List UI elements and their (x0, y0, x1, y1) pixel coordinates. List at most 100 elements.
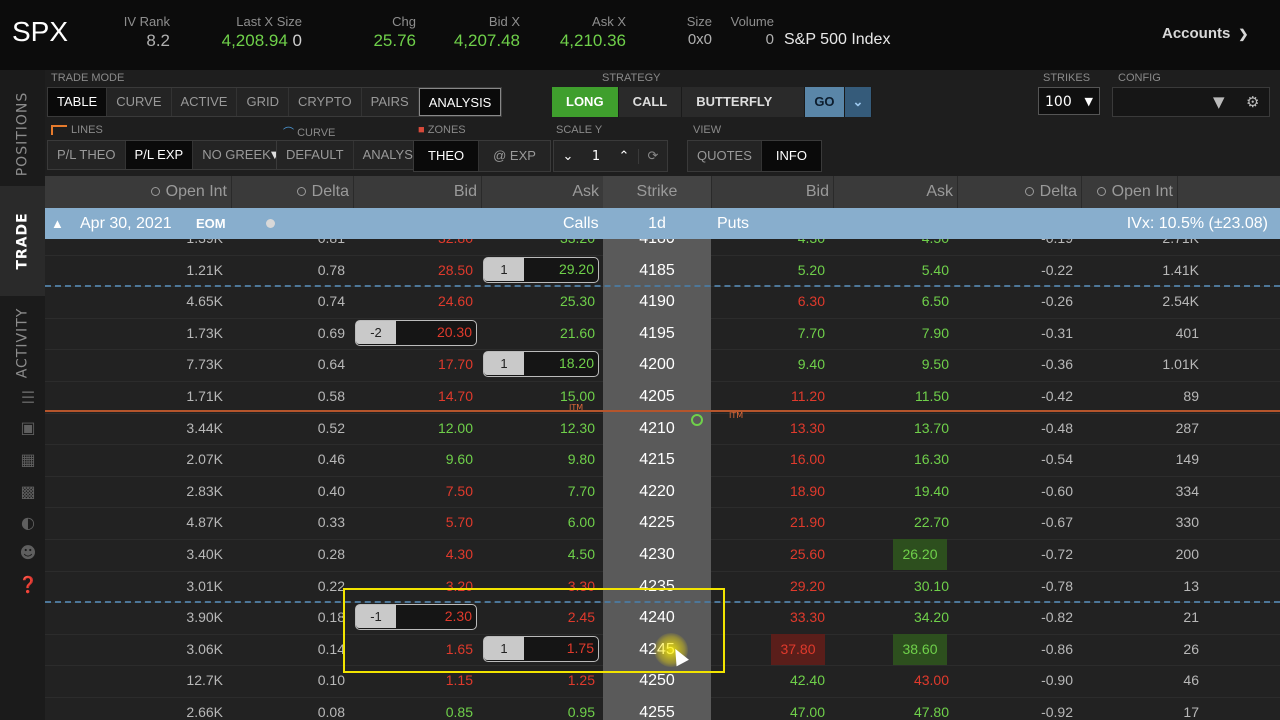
option-row[interactable]: 3.90K 0.18 -1 2.30 2.45 33.30 34.20 -0.82 21 4240 (45, 602, 1280, 635)
call-bid[interactable]: 28.50 (353, 255, 473, 286)
users-icon[interactable]: ☻ (18, 543, 38, 563)
call-ask[interactable]: 18.20 (559, 352, 594, 375)
put-ask[interactable]: 19.40 (833, 476, 949, 507)
option-row[interactable]: 2.83K 0.40 7.50 7.70 18.90 19.40 -0.60 334 4220 (45, 475, 1280, 509)
option-row[interactable]: 1.73K 0.69 -2 20.30 21.60 7.70 7.90 -0.31 401 419… (45, 317, 1280, 351)
tab-trade[interactable]: TRADE (0, 186, 45, 296)
strike-price[interactable]: 4250 (603, 665, 711, 698)
option-row[interactable]: 3.44K 0.52 12.00 12.30 13.30 13.70 -0.48 287 421… (45, 412, 1280, 446)
put-bid[interactable]: 7.70 (711, 318, 825, 349)
option-row[interactable]: 7.73K 0.64 17.70 1 18.20 9.40 9.50 -0.36 1.01K 42… (45, 349, 1280, 382)
call-button[interactable]: CALL (618, 87, 683, 117)
strike-price[interactable]: 4215 (603, 444, 711, 477)
put-ask[interactable]: 9.50 (833, 349, 949, 380)
put-bid[interactable]: 25.60 (711, 539, 825, 570)
call-bid[interactable]: 20.30 (437, 321, 472, 344)
config-field[interactable]: ▼ ⚙ (1112, 87, 1270, 117)
call-ask[interactable]: 29.20 (559, 258, 594, 281)
gear-icon[interactable]: ⚙ (1246, 93, 1259, 111)
put-bid[interactable]: 16.00 (711, 444, 825, 475)
col-put-bid[interactable]: Bid (711, 176, 834, 208)
pl-exp-toggle[interactable]: P/L EXP (125, 141, 194, 169)
put-bid[interactable]: 5.20 (711, 255, 825, 286)
pl-theo-toggle[interactable]: P/L THEO (48, 141, 126, 169)
put-ask[interactable]: 34.20 (833, 602, 949, 633)
put-bid[interactable]: 47.00 (711, 697, 825, 720)
mode-analysis[interactable]: ANALYSIS (418, 88, 502, 116)
call-bid[interactable]: 9.60 (353, 444, 473, 475)
call-bid[interactable]: 1.65 (353, 634, 473, 665)
put-ask[interactable]: 47.80 (833, 697, 949, 720)
col-strike[interactable]: Strike (603, 176, 712, 208)
option-row[interactable]: 1.21K 0.78 28.50 1 29.20 5.20 5.40 -0.22 1.41K 41… (45, 254, 1280, 288)
option-row[interactable]: 1.39K 0.81 32.80 33.20 4.30 4.50 -0.19 2.71K 418… (45, 239, 1280, 256)
put-bid[interactable]: 42.40 (711, 665, 825, 696)
position-marker[interactable]: -1 2.30 (355, 604, 477, 631)
put-bid[interactable]: 18.90 (711, 476, 825, 507)
call-bid[interactable]: 0.85 (353, 697, 473, 720)
put-ask[interactable]: 11.50 (833, 381, 949, 412)
col-call-ask[interactable]: Ask (481, 176, 604, 208)
strike-price[interactable]: 4255 (603, 697, 711, 720)
call-ask[interactable]: 25.30 (481, 286, 595, 317)
put-bid[interactable]: 21.90 (711, 507, 825, 538)
call-bid[interactable]: 3.20 (353, 571, 473, 602)
option-row[interactable]: 2.66K 0.08 0.85 0.95 47.00 47.80 -0.92 17 4255 (45, 697, 1280, 720)
strikes-select[interactable]: 100 ▼ (1038, 87, 1100, 115)
option-row[interactable]: 12.7K 0.10 1.15 1.25 42.40 43.00 -0.90 46 4250 (45, 665, 1280, 698)
tv-icon[interactable]: ▣ (18, 418, 38, 438)
mode-grid[interactable]: GRID (237, 88, 289, 116)
position-marker[interactable]: 1 18.20 (483, 351, 599, 378)
scale-down-icon[interactable]: ⌄ (554, 149, 582, 164)
call-ask[interactable]: 7.70 (481, 476, 595, 507)
accounts-dropdown[interactable]: Accounts ❯ (1162, 25, 1248, 42)
put-ask[interactable]: 26.20 (893, 539, 947, 570)
gauge-icon[interactable]: ◐ (18, 513, 38, 533)
col-put-ask[interactable]: Ask (833, 176, 958, 208)
strike-price[interactable]: 4200 (603, 349, 711, 382)
call-ask[interactable]: 6.00 (481, 507, 595, 538)
col-call-delta[interactable]: Delta (231, 176, 354, 208)
put-bid[interactable]: 29.20 (711, 571, 825, 602)
view-quotes[interactable]: QUOTES (688, 141, 762, 171)
tab-activity[interactable]: ACTIVITY (0, 298, 45, 388)
symbol[interactable]: SPX (12, 16, 68, 48)
view-info[interactable]: INFO (761, 141, 821, 171)
put-ask[interactable]: 5.40 (833, 255, 949, 286)
option-row[interactable]: 4.87K 0.33 5.70 6.00 21.90 22.70 -0.67 330 4225 (45, 507, 1280, 540)
strike-price[interactable]: 4220 (603, 475, 711, 508)
call-bid[interactable]: 1.15 (353, 665, 473, 696)
put-bid[interactable]: 37.80 (771, 633, 825, 665)
put-bid[interactable]: 4.30 (711, 239, 825, 254)
call-ask[interactable]: 0.95 (481, 697, 595, 720)
put-ask[interactable]: 16.30 (833, 444, 949, 475)
put-ask[interactable]: 43.00 (833, 665, 949, 696)
strike-price[interactable]: 4225 (603, 507, 711, 540)
strike-price[interactable]: 4205 (603, 381, 711, 413)
position-marker[interactable]: 1 1.75 (483, 635, 599, 662)
curve-default[interactable]: DEFAULT (277, 141, 354, 169)
option-row[interactable]: 3.40K 0.28 4.30 4.50 25.60 26.20 -0.72 200 4230 (45, 539, 1280, 572)
strike-price[interactable]: 4195 (603, 317, 711, 350)
call-ask[interactable]: 33.20 (481, 239, 595, 254)
zone-theo[interactable]: THEO (414, 141, 480, 171)
zone-exp[interactable]: @ EXP (479, 141, 550, 171)
option-row[interactable]: 4.65K 0.74 24.60 25.30 6.30 6.50 -0.26 2.54K 419… (45, 286, 1280, 319)
col-call-open-int[interactable]: Open Int (107, 176, 232, 208)
scale-up-icon[interactable]: ⌃ (610, 149, 638, 164)
put-ask[interactable]: 4.50 (833, 239, 949, 254)
strike-price[interactable]: 4235 (603, 570, 711, 603)
help-icon[interactable]: ❓ (18, 575, 38, 595)
long-button[interactable]: LONG (552, 87, 619, 117)
expiration-series-bar[interactable]: ▲ Apr 30, 2021 EOM Calls 1d Puts IVx: 10… (45, 208, 1280, 239)
call-ask[interactable]: 3.30 (481, 571, 595, 602)
option-row[interactable]: 3.01K 0.22 3.20 3.30 29.20 30.10 -0.78 13 4235 (45, 570, 1280, 604)
put-ask[interactable]: 13.70 (833, 413, 949, 444)
put-ask[interactable]: 22.70 (833, 507, 949, 538)
reset-icon[interactable]: ⟳ (638, 148, 667, 164)
put-ask[interactable]: 38.60 (893, 633, 947, 665)
put-bid[interactable]: 6.30 (711, 286, 825, 317)
mode-curve[interactable]: CURVE (107, 88, 172, 116)
call-ask[interactable]: 21.60 (481, 318, 595, 349)
position-marker[interactable]: 1 29.20 (483, 256, 599, 283)
